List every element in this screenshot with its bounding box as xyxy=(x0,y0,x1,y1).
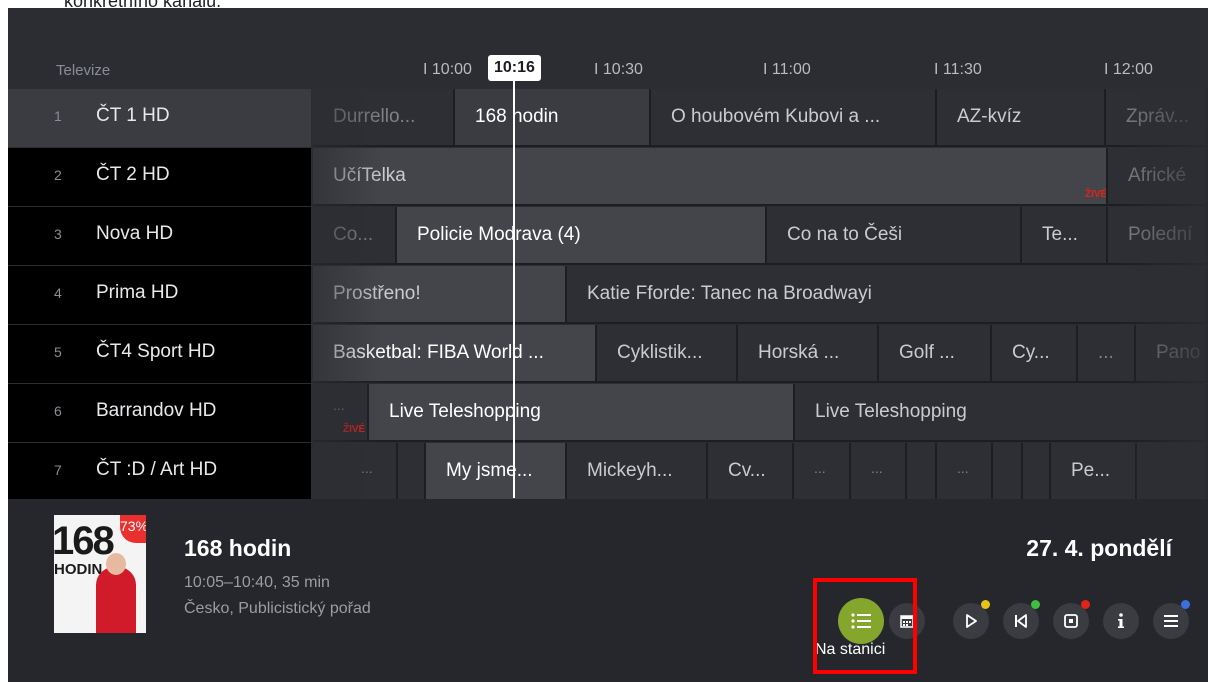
menu-button[interactable] xyxy=(1153,600,1190,639)
channel-name: Barrandov HD xyxy=(96,400,217,421)
skip-back-icon xyxy=(1015,614,1027,628)
program-cell[interactable]: Mickeyh... xyxy=(567,443,708,501)
blue-dot-icon xyxy=(1181,600,1190,609)
channel-number: 5 xyxy=(54,344,62,360)
channel-number: 6 xyxy=(54,403,62,419)
channel-row-5[interactable]: 5 ČT4 Sport HD xyxy=(8,325,311,383)
program-cell[interactable]: My jsme... xyxy=(426,443,567,501)
info-button[interactable] xyxy=(1103,603,1139,639)
channel-number: 7 xyxy=(54,462,62,478)
program-cell[interactable]: Pano xyxy=(1136,325,1208,383)
program-cell[interactable]: Durrello... xyxy=(313,89,455,147)
program-cell[interactable] xyxy=(907,443,937,501)
program-cell[interactable]: Polední xyxy=(1108,207,1208,265)
green-dot-icon xyxy=(1031,600,1040,609)
program-cell[interactable]: Te... xyxy=(1022,207,1108,265)
program-cell[interactable]: Zpráv... xyxy=(1106,89,1208,147)
channel-name: Nova HD xyxy=(96,223,174,244)
section-label: Televize xyxy=(56,62,111,79)
current-time-line xyxy=(513,80,515,498)
program-cell[interactable]: Katie Fforde: Tanec na Broadwayi xyxy=(567,266,1208,324)
channel-row-6[interactable]: 6 Barrandov HD xyxy=(8,384,311,442)
poster-figure xyxy=(96,567,136,633)
program-cell[interactable]: ... xyxy=(937,443,993,501)
channel-row-1[interactable]: 1 ČT 1 HD xyxy=(8,89,311,147)
restart-button[interactable] xyxy=(1003,600,1040,639)
channel-name: ČT :D / Art HD xyxy=(96,459,218,480)
poster-title: 168 xyxy=(54,519,115,563)
program-meta: Česko, Publicistický pořad xyxy=(184,600,371,617)
program-cell[interactable]: AZ-kvíz xyxy=(937,89,1106,147)
program-cell[interactable]: Golf ... xyxy=(879,325,992,383)
poster-subtitle: HODIN xyxy=(54,561,103,578)
play-button[interactable] xyxy=(953,600,990,639)
hamburger-icon xyxy=(1164,615,1178,627)
yellow-dot-icon xyxy=(981,600,990,609)
program-cell[interactable]: Co... xyxy=(313,207,397,265)
program-cell[interactable]: ... xyxy=(313,443,398,501)
play-icon xyxy=(966,614,977,628)
program-cell[interactable] xyxy=(1023,443,1051,501)
program-cell[interactable]: Policie Modrava (4) xyxy=(397,207,767,265)
program-cell[interactable]: Africké xyxy=(1108,148,1208,206)
program-cell[interactable]: ... xyxy=(1078,325,1136,383)
program-cell[interactable]: Live Teleshopping xyxy=(795,384,1208,442)
record-icon xyxy=(1064,614,1078,628)
poster-face xyxy=(106,553,126,575)
program-cell[interactable]: Cyklistik... xyxy=(597,325,738,383)
channel-number: 1 xyxy=(54,108,62,124)
live-badge: ŽIVÉ xyxy=(343,424,366,435)
program-cell[interactable]: Cv... xyxy=(708,443,794,501)
channel-name: Prima HD xyxy=(96,282,179,303)
tv-epg-screen: Televize I 10:00 10:16 I 10:30 I 11:00 I… xyxy=(8,8,1208,682)
record-button[interactable] xyxy=(1053,600,1090,639)
channel-name: ČT 2 HD xyxy=(96,164,170,185)
program-cell[interactable]: ... ŽIVÉ xyxy=(313,384,369,442)
channel-row-7[interactable]: 7 ČT :D / Art HD xyxy=(8,443,311,501)
highlight-box xyxy=(813,578,917,674)
program-cell[interactable] xyxy=(398,443,426,501)
program-cell[interactable]: ... xyxy=(794,443,851,501)
program-time: 10:05–10:40, 35 min xyxy=(184,574,330,591)
program-cell[interactable]: ... xyxy=(851,443,907,501)
program-cell[interactable]: Horská ... xyxy=(738,325,879,383)
program-cell[interactable]: Basketbal: FIBA World ... xyxy=(313,325,597,383)
program-cell-selected[interactable]: 168 hodin xyxy=(455,89,651,147)
program-cell[interactable]: O houbovém Kubovi a ... xyxy=(651,89,937,147)
program-detail-panel: 168 HODIN 73% 168 hodin 10:05–10:40, 35 … xyxy=(8,499,1208,682)
program-cell[interactable] xyxy=(1137,443,1208,501)
date-label: 27. 4. pondělí xyxy=(1026,535,1172,561)
program-cell[interactable]: Co na to Češi xyxy=(767,207,1022,265)
program-cell[interactable] xyxy=(993,443,1023,501)
channel-number: 2 xyxy=(54,167,62,183)
timeline-header: Televize I 10:00 10:16 I 10:30 I 11:00 I… xyxy=(8,51,1208,89)
channel-row-2[interactable]: 2 ČT 2 HD xyxy=(8,148,311,206)
program-cell[interactable]: Pe... xyxy=(1051,443,1137,501)
program-cell[interactable]: Cy... xyxy=(992,325,1078,383)
program-title: 168 hodin xyxy=(184,535,292,561)
time-tick: I 10:30 xyxy=(594,61,643,78)
program-cell[interactable]: UčíTelka ŽIVÉ xyxy=(313,148,1108,206)
time-tick: I 10:00 xyxy=(423,61,472,78)
program-cell[interactable]: Prostřeno! xyxy=(313,266,567,324)
time-tick: I 12:00 xyxy=(1104,61,1153,78)
time-tick: I 11:00 xyxy=(763,61,811,78)
time-tick: I 11:30 xyxy=(934,61,982,78)
program-cell[interactable]: Live Teleshopping xyxy=(369,384,795,442)
live-badge: ŽIVÉ xyxy=(1085,189,1108,200)
info-icon xyxy=(1118,613,1124,628)
red-dot-icon xyxy=(1081,600,1090,609)
current-time-badge: 10:16 xyxy=(488,55,541,81)
channel-name: ČT4 Sport HD xyxy=(96,341,216,362)
channel-number: 3 xyxy=(54,226,62,242)
channel-row-3[interactable]: 3 Nova HD xyxy=(8,207,311,265)
progress-badge: 73% xyxy=(120,515,146,543)
program-grid: 1 ČT 1 HD 2 ČT 2 HD 3 Nova HD 4 Prima HD… xyxy=(8,89,1208,501)
program-poster: 168 HODIN 73% xyxy=(54,515,146,633)
channel-number: 4 xyxy=(54,285,62,301)
channel-row-4[interactable]: 4 Prima HD xyxy=(8,266,311,324)
channel-name: ČT 1 HD xyxy=(96,105,170,126)
